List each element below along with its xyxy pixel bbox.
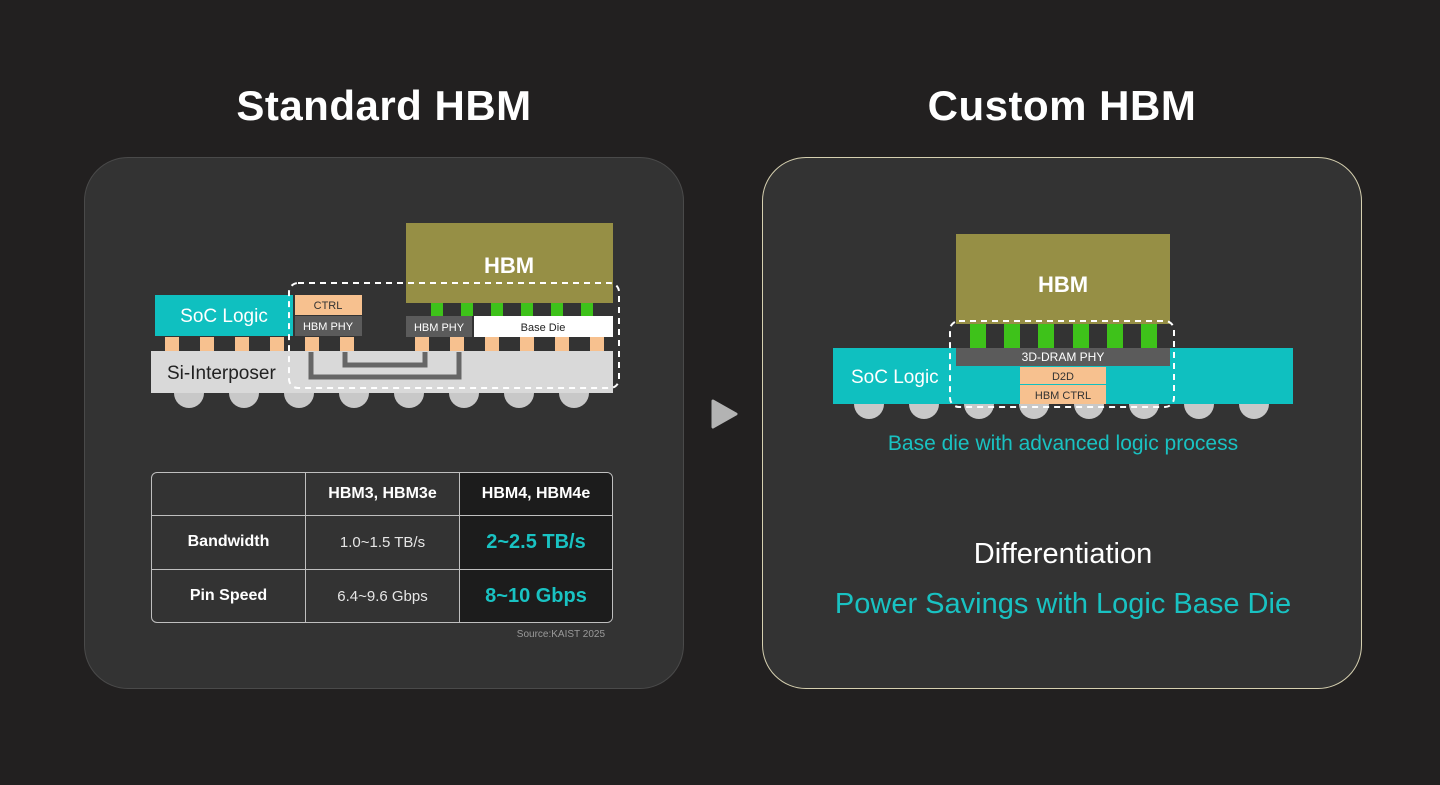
table-header-row: HBM3, HBM3e HBM4, HBM4e — [152, 473, 612, 516]
solder-ball — [284, 393, 314, 408]
peach-bump — [450, 337, 464, 352]
green-bump — [1073, 324, 1089, 348]
hbm-phy-base-label: HBM PHY — [414, 322, 465, 334]
green-bump — [461, 303, 473, 316]
hbm4-value: 8~10 Gbps — [460, 570, 612, 622]
peach-bump — [340, 337, 354, 352]
play-triangle-icon — [711, 399, 738, 429]
hbm4-value: 2~2.5 TB/s — [460, 515, 612, 571]
solder-ball — [174, 393, 204, 408]
ctrl-label: CTRL — [314, 300, 343, 312]
green-bump — [491, 303, 503, 316]
green-bump — [970, 324, 986, 348]
solder-ball — [394, 393, 424, 408]
solder-ball — [1239, 404, 1269, 419]
peach-bump — [235, 337, 249, 352]
hbm-stack-label: HBM — [1038, 272, 1088, 297]
green-bump — [1141, 324, 1157, 348]
custom-hbm-diagram: HBM SoC Logic 3D-DRAM PHY D2D HBM CTRL — [833, 234, 1293, 419]
standard-hbm-diagram: HBM HBM PHY Base Die SoC Logic CTRL HBM … — [151, 223, 620, 408]
green-bump — [521, 303, 533, 316]
standard-hbm-title: Standard HBM — [236, 82, 532, 129]
soc-logic-label: SoC Logic — [851, 367, 939, 388]
peach-bump — [590, 337, 604, 352]
table-header-cell: HBM3, HBM3e — [306, 473, 460, 516]
green-bump — [1004, 324, 1020, 348]
custom-hbm-panel: HBM SoC Logic 3D-DRAM PHY D2D HBM CTRL B… — [762, 157, 1362, 689]
base-die-caption: Base die with advanced logic process — [887, 432, 1239, 455]
peach-bump — [305, 337, 319, 352]
differentiation-subtitle: Power Savings with Logic Base Die — [834, 588, 1292, 620]
solder-ball — [339, 393, 369, 408]
spec-comparison-table: HBM3, HBM3e HBM4, HBM4e Bandwidth 1.0~1.… — [151, 472, 613, 623]
table-header-cell: HBM4, HBM4e — [460, 473, 612, 516]
peach-bump — [415, 337, 429, 352]
hbm3-value: 1.0~1.5 TB/s — [306, 515, 460, 571]
hbm-phy-soc-label: HBM PHY — [303, 321, 354, 333]
table-row: Pin Speed 6.4~9.6 Gbps 8~10 Gbps — [152, 570, 612, 622]
green-bump — [581, 303, 593, 316]
row-label: Bandwidth — [152, 515, 306, 571]
custom-hbm-title: Custom HBM — [927, 82, 1197, 129]
solder-ball — [229, 393, 259, 408]
green-bump — [1038, 324, 1054, 348]
solder-ball — [909, 404, 939, 419]
peach-bump — [270, 337, 284, 352]
base-die-label: Base Die — [521, 322, 566, 334]
peach-bump — [200, 337, 214, 352]
soc-logic-label: SoC Logic — [180, 306, 268, 327]
standard-hbm-panel: HBM HBM PHY Base Die SoC Logic CTRL HBM … — [84, 157, 684, 689]
peach-bump — [555, 337, 569, 352]
solder-ball — [449, 393, 479, 408]
solder-ball — [559, 393, 589, 408]
solder-ball — [854, 404, 884, 419]
row-label: Pin Speed — [152, 570, 306, 622]
peach-bump — [485, 337, 499, 352]
solder-ball — [1184, 404, 1214, 419]
green-bump — [551, 303, 563, 316]
differentiation-title: Differentiation — [973, 538, 1153, 570]
table-header-cell — [152, 473, 306, 516]
peach-bump — [520, 337, 534, 352]
d2d-label: D2D — [1052, 371, 1074, 383]
peach-bump — [165, 337, 179, 352]
hbm-stack-label: HBM — [484, 253, 534, 278]
green-bump — [1107, 324, 1123, 348]
solder-ball — [504, 393, 534, 408]
hbm3-value: 6.4~9.6 Gbps — [306, 570, 460, 622]
dram-phy-label: 3D-DRAM PHY — [1022, 350, 1105, 364]
si-interposer-label: Si-Interposer — [167, 363, 276, 384]
green-bump — [431, 303, 443, 316]
hbm-ctrl-label: HBM CTRL — [1035, 390, 1091, 402]
source-note: Source:KAIST 2025 — [516, 629, 605, 640]
table-row: Bandwidth 1.0~1.5 TB/s 2~2.5 TB/s — [152, 515, 612, 571]
